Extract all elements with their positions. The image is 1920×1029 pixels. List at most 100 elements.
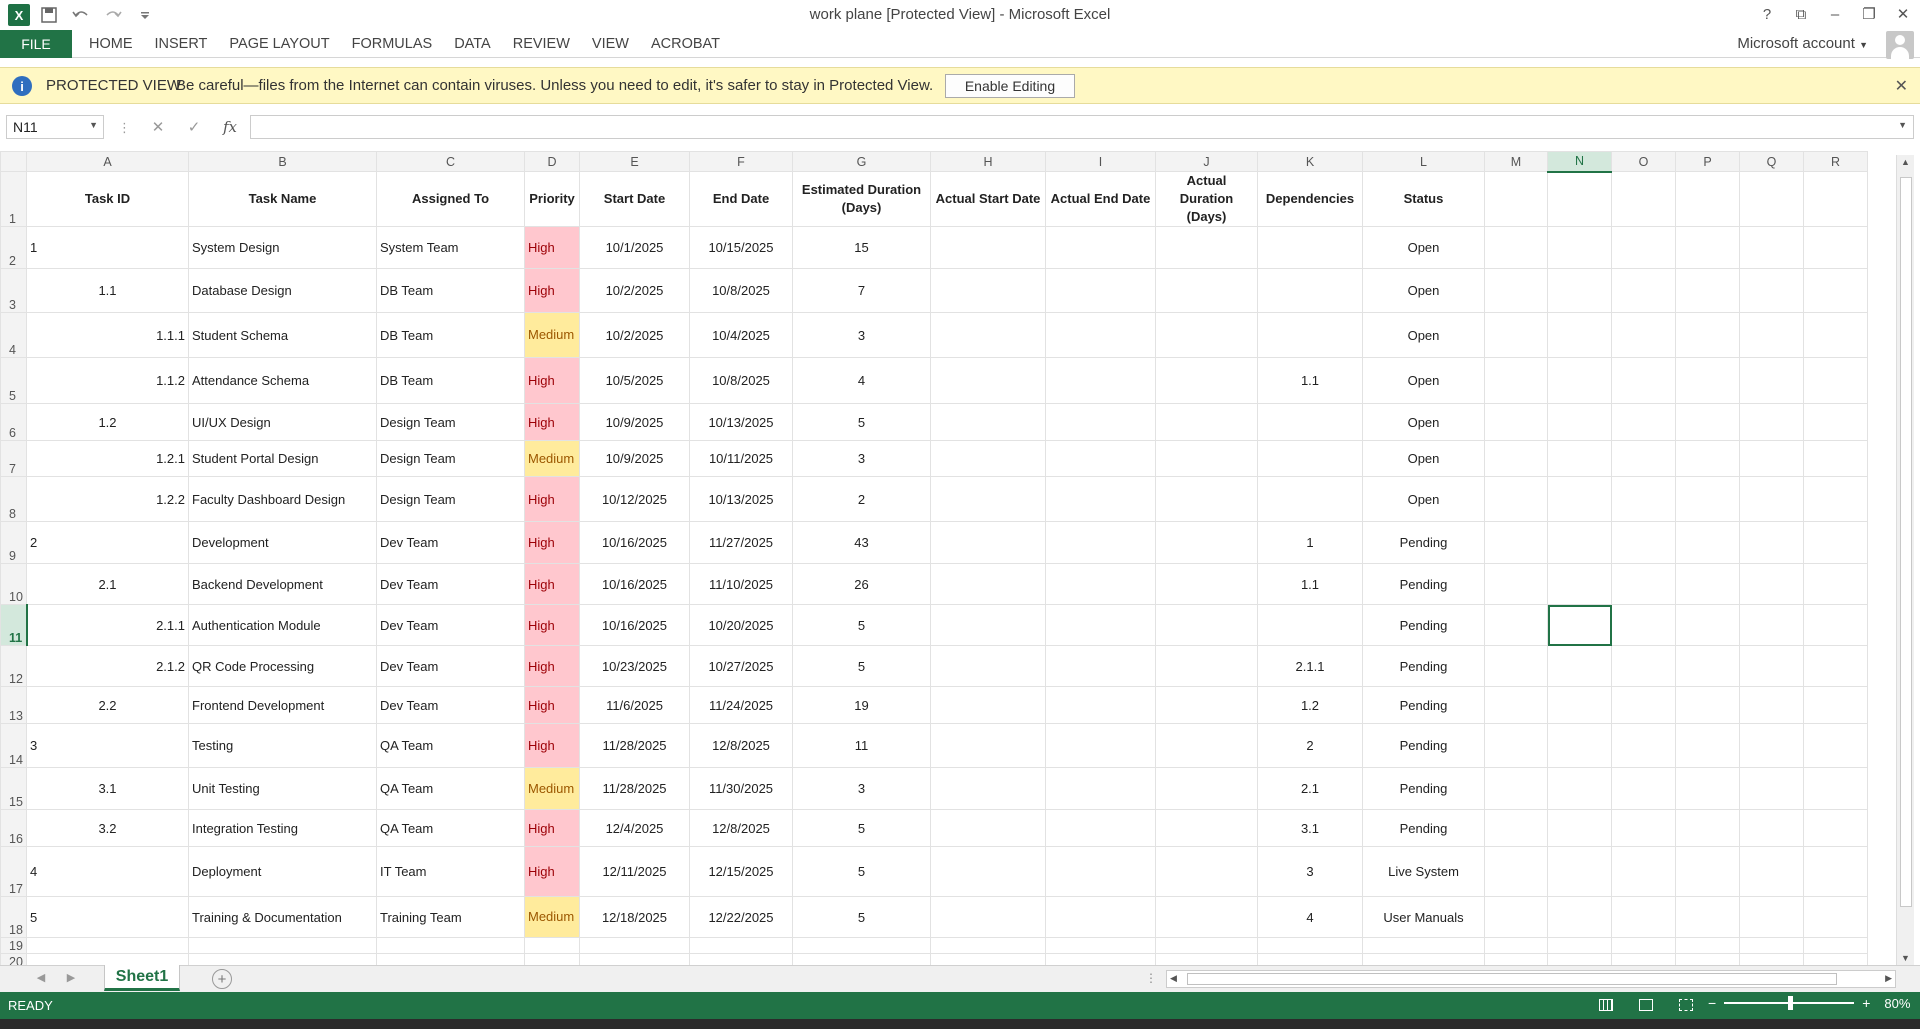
task-name-cell[interactable]: System Design [188, 226, 377, 269]
cell-n16[interactable] [1547, 809, 1612, 847]
priority-cell[interactable]: High [524, 809, 580, 847]
assigned-to-cell[interactable]: QA Team [376, 809, 525, 847]
cell-m15[interactable] [1484, 767, 1548, 810]
start-date-cell[interactable]: 10/1/2025 [579, 226, 690, 269]
status-cell[interactable]: Open [1362, 226, 1485, 269]
row-header[interactable]: 5 [0, 357, 27, 404]
cell-m9[interactable] [1484, 521, 1548, 564]
tab-view[interactable]: VIEW [581, 30, 640, 58]
minimize-icon[interactable]: – [1818, 0, 1852, 28]
actual-start-cell[interactable] [930, 521, 1046, 564]
cell-m8[interactable] [1484, 476, 1548, 522]
actual-duration-cell[interactable] [1155, 809, 1258, 847]
estimated-duration-cell[interactable]: 2 [792, 476, 931, 522]
cell-p1[interactable] [1675, 171, 1740, 227]
priority-cell[interactable]: High [524, 521, 580, 564]
name-box[interactable]: N11 ▼ [6, 115, 104, 139]
cell-o16[interactable] [1611, 809, 1676, 847]
column-header-n[interactable]: N [1547, 151, 1612, 173]
dependencies-cell[interactable]: 3 [1257, 846, 1363, 897]
row-header[interactable]: 10 [0, 563, 27, 605]
task-name-cell[interactable]: Deployment [188, 846, 377, 897]
row-header[interactable]: 11 [0, 604, 28, 646]
cell-q3[interactable] [1739, 268, 1804, 313]
assigned-to-cell[interactable]: Dev Team [376, 521, 525, 564]
priority-cell[interactable]: Medium [524, 896, 580, 938]
page-break-preview-icon[interactable] [1666, 996, 1706, 1014]
actual-duration-cell[interactable] [1155, 312, 1258, 358]
cell-r13[interactable] [1803, 686, 1868, 724]
cell-q10[interactable] [1739, 563, 1804, 605]
assigned-to-cell[interactable]: System Team [376, 226, 525, 269]
page-layout-view-icon[interactable] [1626, 996, 1666, 1014]
priority-cell[interactable]: High [524, 226, 580, 269]
dependencies-cell[interactable] [1257, 403, 1363, 441]
cell-q11[interactable] [1739, 604, 1804, 646]
task-name-cell[interactable]: Unit Testing [188, 767, 377, 810]
enter-entry-icon[interactable]: ✓ [176, 116, 212, 138]
end-date-cell[interactable]: 10/20/2025 [689, 604, 793, 646]
column-header-f[interactable]: F [689, 151, 793, 172]
cell-p7[interactable] [1675, 440, 1740, 477]
priority-cell[interactable]: High [524, 604, 580, 646]
cell[interactable] [1547, 937, 1612, 954]
end-date-cell[interactable]: 10/8/2025 [689, 268, 793, 313]
actual-start-cell[interactable] [930, 268, 1046, 313]
status-cell[interactable]: Open [1362, 403, 1485, 441]
cell[interactable] [579, 937, 690, 954]
cell-m11[interactable] [1484, 604, 1548, 646]
cell-r18[interactable] [1803, 896, 1868, 938]
column-header-m[interactable]: M [1484, 151, 1548, 172]
cell-q16[interactable] [1739, 809, 1804, 847]
actual-duration-cell[interactable] [1155, 476, 1258, 522]
drag-handle-icon[interactable]: ⋮ [118, 120, 131, 136]
cell-m18[interactable] [1484, 896, 1548, 938]
assigned-to-cell[interactable]: DB Team [376, 268, 525, 313]
actual-start-cell[interactable] [930, 767, 1046, 810]
cell-q9[interactable] [1739, 521, 1804, 564]
file-tab[interactable]: FILE [0, 30, 72, 58]
header-cell-l[interactable]: Status [1362, 171, 1485, 227]
scroll-up-icon[interactable]: ▲ [1901, 157, 1910, 167]
cell-p3[interactable] [1675, 268, 1740, 313]
dependencies-cell[interactable] [1257, 268, 1363, 313]
expand-formula-icon[interactable]: ▼ [1898, 120, 1907, 130]
actual-duration-cell[interactable] [1155, 767, 1258, 810]
chevron-down-icon[interactable]: ▼ [89, 120, 98, 130]
task-name-cell[interactable]: Student Schema [188, 312, 377, 358]
cell[interactable] [1045, 953, 1156, 965]
actual-duration-cell[interactable] [1155, 846, 1258, 897]
end-date-cell[interactable]: 12/15/2025 [689, 846, 793, 897]
cell[interactable] [689, 937, 793, 954]
vertical-scrollbar[interactable]: ▲ ▼ [1896, 155, 1914, 965]
cell-m17[interactable] [1484, 846, 1548, 897]
task-id-cell[interactable]: 3 [26, 723, 189, 768]
cell-o2[interactable] [1611, 226, 1676, 269]
status-cell[interactable]: Pending [1362, 604, 1485, 646]
start-date-cell[interactable]: 10/5/2025 [579, 357, 690, 404]
actual-start-cell[interactable] [930, 604, 1046, 646]
active-cell[interactable] [1547, 604, 1612, 646]
actual-end-cell[interactable] [1045, 846, 1156, 897]
row-header[interactable]: 7 [0, 440, 27, 477]
cell-q15[interactable] [1739, 767, 1804, 810]
cell-n5[interactable] [1547, 357, 1612, 404]
tab-page-layout[interactable]: PAGE LAYOUT [218, 30, 340, 58]
zoom-slider[interactable] [1724, 996, 1855, 1010]
cell-m16[interactable] [1484, 809, 1548, 847]
close-bar-icon[interactable]: ✕ [1895, 76, 1908, 96]
end-date-cell[interactable]: 11/30/2025 [689, 767, 793, 810]
start-date-cell[interactable]: 10/16/2025 [579, 563, 690, 605]
cell-p11[interactable] [1675, 604, 1740, 646]
row-header[interactable]: 14 [0, 723, 27, 768]
end-date-cell[interactable]: 10/13/2025 [689, 403, 793, 441]
cell[interactable] [1257, 937, 1363, 954]
cell[interactable] [26, 937, 189, 954]
actual-start-cell[interactable] [930, 809, 1046, 847]
header-cell-d[interactable]: Priority [524, 171, 580, 227]
cell-n15[interactable] [1547, 767, 1612, 810]
cell-o4[interactable] [1611, 312, 1676, 358]
actual-duration-cell[interactable] [1155, 521, 1258, 564]
assigned-to-cell[interactable]: Training Team [376, 896, 525, 938]
column-header-c[interactable]: C [376, 151, 525, 172]
